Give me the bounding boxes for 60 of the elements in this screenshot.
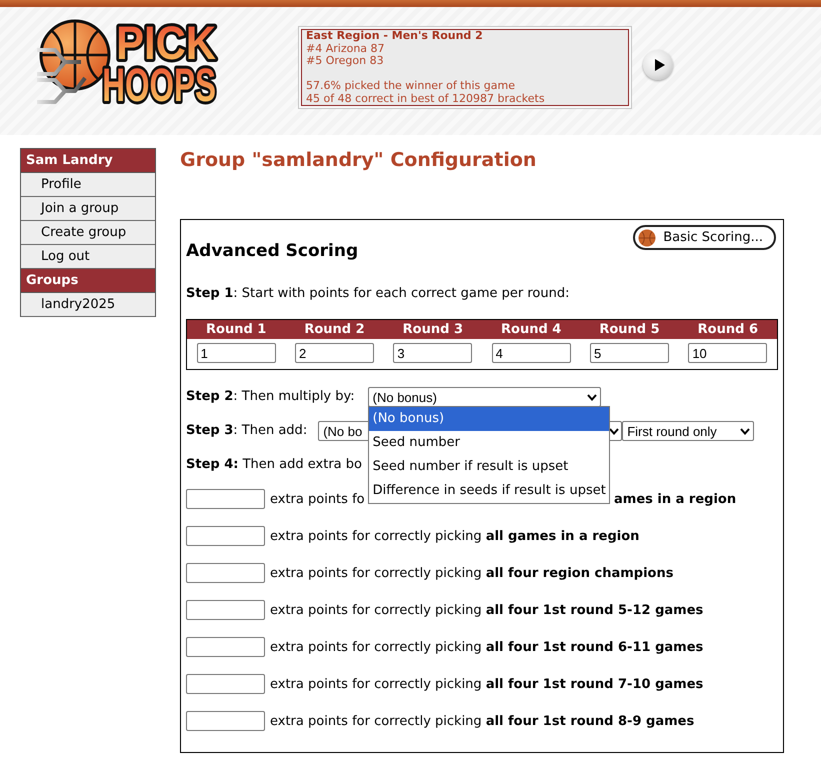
bonus-points-field[interactable]	[186, 489, 265, 509]
round-points-field[interactable]: 2	[294, 343, 374, 363]
bonus-points-field[interactable]	[186, 600, 265, 620]
team-score: #4 Arizona 87	[306, 42, 386, 55]
team-score: #5 Oregon 83	[306, 55, 385, 68]
bonus-description: extra points for correctly picking all games in a region	[270, 528, 640, 544]
bonus-points-field[interactable]	[186, 526, 265, 546]
round-points-field[interactable]: 3	[393, 343, 472, 363]
bonus-description: ames in a region	[614, 492, 736, 506]
play-icon	[654, 59, 664, 71]
basic-scoring-button[interactable]: Basic Scoring...	[633, 225, 776, 250]
bonus-description: extra points for correctly picking all four 1st round 7-10 games	[270, 676, 704, 692]
bonus-description: extra points for correctly picking all four 1st round 5-12 games	[270, 602, 704, 618]
sidebar-link[interactable]: Create group	[21, 221, 155, 245]
round-header: Round 5	[580, 320, 679, 339]
bonus-description: extra points for correctly picking all four region champions	[270, 566, 674, 580]
chevron-down-icon	[586, 394, 597, 400]
round-header: Round 4	[482, 320, 580, 339]
bonus-description: extra points for correctly picking all four 1st round 8-9 games	[270, 714, 694, 728]
bonus-select[interactable]: First round only	[622, 421, 754, 441]
round-points-field[interactable]: 10	[688, 343, 768, 363]
bonus-points-field[interactable]	[186, 711, 265, 731]
chevron-down-icon	[609, 428, 620, 434]
bonus-description: extra points for correctly picking all four 1st round 6-11 games	[270, 640, 704, 654]
sidebar-heading: Groups	[21, 269, 155, 293]
step-instruction: Step 3: Then add:	[186, 422, 308, 440]
bracket-lines-icon	[35, 48, 87, 104]
sidebar-link[interactable]: Log out	[21, 245, 155, 269]
dropdown-option[interactable]: (No bonus)	[368, 407, 609, 431]
step-instruction: Step 1: Start with points for each correct game per round:	[186, 285, 570, 303]
round-header: Round 1	[187, 320, 286, 339]
section-title: Advanced Scoring	[186, 241, 358, 261]
basketball-icon	[638, 228, 656, 246]
logo-wordmark: PICK HOOPS	[102, 18, 216, 112]
sidebar-heading: Sam Landry	[21, 149, 155, 173]
dropdown-option[interactable]: Seed number	[368, 431, 609, 455]
round-header: Round 2	[285, 320, 384, 339]
step-instruction: Step 4: Then add extra bo	[186, 456, 362, 474]
sidebar-link[interactable]: Profile	[21, 173, 155, 197]
round-points-field[interactable]: 4	[492, 343, 571, 363]
pick-stat: 57.6% picked the winner of this game	[306, 80, 516, 92]
round-points-field[interactable]: 1	[196, 343, 276, 363]
sidebar-link[interactable]: landry2025	[21, 293, 155, 317]
bonus-select[interactable]: (No bonus)	[368, 387, 601, 407]
step-instruction: Step 2: Then multiply by:	[186, 388, 355, 406]
bonus-points-field[interactable]	[186, 563, 265, 583]
sidebar-link[interactable]: Join a group	[21, 197, 155, 221]
dropdown-option[interactable]: Seed number if result is upset	[368, 455, 609, 479]
page-title: Group "samlandry" Configuration	[180, 148, 536, 172]
round-points-field[interactable]: 5	[590, 343, 669, 363]
play-button[interactable]	[643, 50, 673, 80]
round-header: Round 3	[384, 320, 482, 339]
bonus-points-field[interactable]	[186, 674, 265, 694]
scoreboard-title: East Region - Men's Round 2	[306, 30, 484, 42]
dropdown-option[interactable]: Difference in seeds if result is upset	[368, 479, 609, 503]
round-header: Round 6	[678, 320, 777, 339]
bonus-points-field[interactable]	[186, 637, 265, 657]
bonus-description: extra points fo	[270, 492, 365, 506]
pick-stat: 45 of 48 correct in best of 120987 brackets	[306, 92, 546, 105]
chevron-down-icon	[740, 428, 750, 434]
